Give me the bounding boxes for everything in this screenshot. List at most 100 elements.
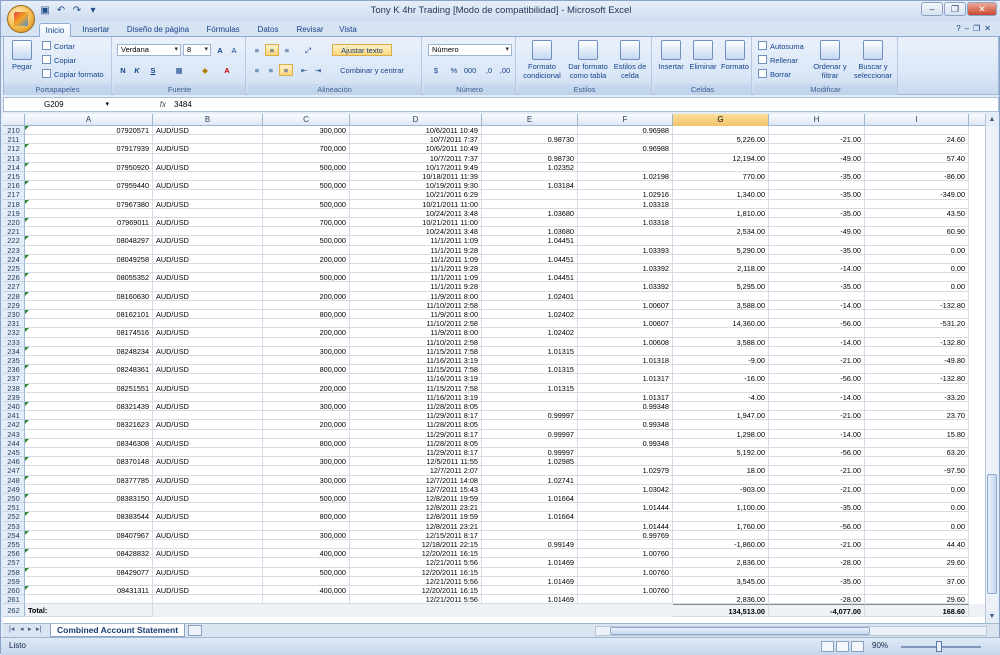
- cell-g236[interactable]: [673, 365, 769, 375]
- cell-d213[interactable]: 10/7/2011 7:37: [350, 153, 482, 163]
- cell-h231[interactable]: -56.00: [769, 319, 865, 329]
- cell-e217[interactable]: [482, 190, 578, 200]
- row-header[interactable]: 227: [3, 282, 25, 292]
- cell-d234[interactable]: 11/15/2011 7:58: [350, 346, 482, 356]
- cell-g227[interactable]: 5,295.00: [673, 282, 769, 292]
- cell-b233[interactable]: [153, 337, 263, 347]
- cell-d261[interactable]: 12/21/2011 5:56: [350, 595, 482, 605]
- cell-b223[interactable]: [153, 245, 263, 255]
- cell-f250[interactable]: [578, 494, 673, 504]
- cell-c246[interactable]: 300,000: [263, 457, 350, 467]
- cell-i230[interactable]: [865, 310, 969, 320]
- cell-f242[interactable]: 0.99348: [578, 420, 673, 430]
- row-header[interactable]: 246: [3, 457, 25, 467]
- cell-f256[interactable]: 1.00760: [578, 549, 673, 559]
- cell-e225[interactable]: [482, 264, 578, 274]
- cell-b248[interactable]: AUD/USD: [153, 475, 263, 485]
- cell-c253[interactable]: [263, 521, 350, 531]
- cell-b256[interactable]: AUD/USD: [153, 549, 263, 559]
- cell-c259[interactable]: [263, 576, 350, 586]
- cell-styles-button[interactable]: Estilos de celda: [612, 40, 648, 80]
- cell-d258[interactable]: 12/20/2011 16:15: [350, 567, 482, 577]
- last-sheet-icon[interactable]: ▸|: [36, 625, 41, 633]
- cell-i260[interactable]: [865, 586, 969, 596]
- cell-f252[interactable]: [578, 512, 673, 522]
- cell-b228[interactable]: AUD/USD: [153, 291, 263, 301]
- cell-e246[interactable]: 1.02985: [482, 457, 578, 467]
- cell-b258[interactable]: AUD/USD: [153, 567, 263, 577]
- clear-button[interactable]: Borrar: [758, 69, 791, 80]
- cell-b235[interactable]: [153, 356, 263, 366]
- cell-f219[interactable]: [578, 208, 673, 218]
- row-header[interactable]: 235: [3, 356, 25, 366]
- row-header[interactable]: 234: [3, 346, 25, 356]
- cell-b222[interactable]: AUD/USD: [153, 236, 263, 246]
- cell-d248[interactable]: 12/7/2011 14:08: [350, 475, 482, 485]
- cell-c220[interactable]: 700,000: [263, 218, 350, 228]
- cell-e214[interactable]: 1.02352: [482, 162, 578, 172]
- cell-f225[interactable]: 1.03392: [578, 264, 673, 274]
- cell-e243[interactable]: 0.99997: [482, 429, 578, 439]
- cell-d245[interactable]: 11/29/2011 8:17: [350, 448, 482, 458]
- column-header-c[interactable]: C: [263, 114, 350, 126]
- total-cell-h[interactable]: -4,077.00: [769, 604, 865, 618]
- cell-e237[interactable]: [482, 374, 578, 384]
- cell-c257[interactable]: [263, 558, 350, 568]
- cell-g221[interactable]: 2,534.00: [673, 227, 769, 237]
- cell-h253[interactable]: -56.00: [769, 521, 865, 531]
- cell-i237[interactable]: -132.80: [865, 374, 969, 384]
- cell-e231[interactable]: [482, 319, 578, 329]
- cell-g216[interactable]: [673, 181, 769, 191]
- cell-b252[interactable]: AUD/USD: [153, 512, 263, 522]
- cell-b232[interactable]: AUD/USD: [153, 328, 263, 338]
- cell-b237[interactable]: [153, 374, 263, 384]
- cell-f260[interactable]: 1.00760: [578, 586, 673, 596]
- cell-a211[interactable]: [25, 135, 153, 145]
- cell-h223[interactable]: -35.00: [769, 245, 865, 255]
- cell-b243[interactable]: [153, 429, 263, 439]
- row-header[interactable]: 255: [3, 540, 25, 550]
- cell-g222[interactable]: [673, 236, 769, 246]
- cell-d254[interactable]: 12/15/2011 8:17: [350, 530, 482, 540]
- cell-d217[interactable]: 10/21/2011 6:29: [350, 190, 482, 200]
- cell-c213[interactable]: [263, 153, 350, 163]
- cell-h259[interactable]: -35.00: [769, 576, 865, 586]
- row-header[interactable]: 213: [3, 153, 25, 163]
- fill-button[interactable]: Rellenar: [758, 55, 798, 66]
- cell-e255[interactable]: 0.99149: [482, 540, 578, 550]
- cell-f258[interactable]: 1.00760: [578, 567, 673, 577]
- cell-a233[interactable]: [25, 337, 153, 347]
- cell-i250[interactable]: [865, 494, 969, 504]
- cell-e249[interactable]: [482, 484, 578, 494]
- cell-b221[interactable]: [153, 227, 263, 237]
- cell-f245[interactable]: [578, 448, 673, 458]
- cell-b217[interactable]: [153, 190, 263, 200]
- cell-b212[interactable]: AUD/USD: [153, 144, 263, 154]
- cell-h254[interactable]: [769, 530, 865, 540]
- cell-a248[interactable]: 08377785: [25, 475, 153, 485]
- cell-g229[interactable]: 3,588.00: [673, 300, 769, 310]
- cell-g212[interactable]: [673, 144, 769, 154]
- cell-h246[interactable]: [769, 457, 865, 467]
- row-header[interactable]: 252: [3, 512, 25, 522]
- cell-b244[interactable]: AUD/USD: [153, 438, 263, 448]
- cell-d259[interactable]: 12/21/2011 5:56: [350, 576, 482, 586]
- decrease-decimal-button[interactable]: ,00: [498, 64, 512, 76]
- cell-g237[interactable]: -16.00: [673, 374, 769, 384]
- cell-c237[interactable]: [263, 374, 350, 384]
- font-name-select[interactable]: Verdana: [117, 44, 181, 56]
- row-header[interactable]: 261: [3, 595, 25, 605]
- row-header[interactable]: 219: [3, 208, 25, 218]
- cell-d222[interactable]: 11/1/2011 1:09: [350, 236, 482, 246]
- cell-b214[interactable]: AUD/USD: [153, 162, 263, 172]
- cell-e211[interactable]: 0.98730: [482, 135, 578, 145]
- row-header[interactable]: 254: [3, 530, 25, 540]
- cell-c231[interactable]: [263, 319, 350, 329]
- cell-d250[interactable]: 12/8/2011 19:59: [350, 494, 482, 504]
- first-sheet-icon[interactable]: |◂: [9, 625, 14, 633]
- cell-i252[interactable]: [865, 512, 969, 522]
- cell-g226[interactable]: [673, 273, 769, 283]
- cell-g260[interactable]: [673, 586, 769, 596]
- cell-d233[interactable]: 11/10/2011 2:58: [350, 337, 482, 347]
- row-header[interactable]: 251: [3, 503, 25, 513]
